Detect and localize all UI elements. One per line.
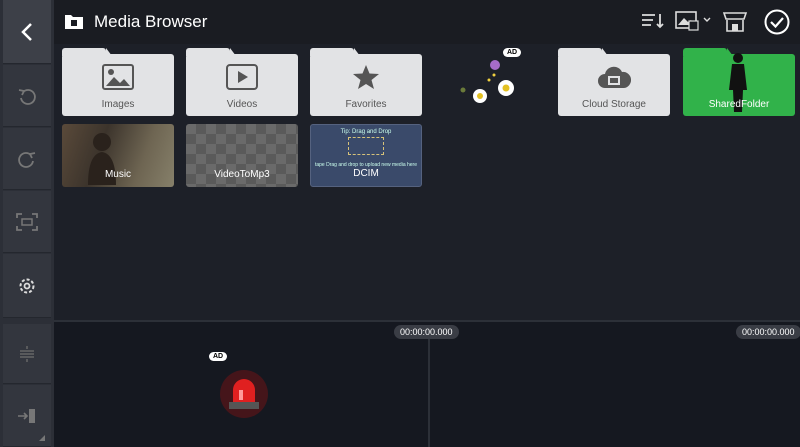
redo-icon xyxy=(18,151,36,168)
folder-video-to-mp3[interactable]: VideoToMp3 xyxy=(186,124,298,187)
timecode-right: 00:00:00.000 xyxy=(736,325,800,339)
folder-film-icon xyxy=(65,15,83,29)
timeline-split xyxy=(428,338,430,447)
left-toolbar xyxy=(0,0,54,447)
folder-tab xyxy=(186,48,236,56)
folder-tab xyxy=(683,48,733,56)
drop-zone xyxy=(348,137,384,155)
header-bar: Media Browser xyxy=(54,0,800,44)
folder-cloud-storage[interactable]: Cloud Storage xyxy=(558,48,670,116)
undo-button[interactable] xyxy=(3,65,51,127)
exit-icon xyxy=(18,408,35,423)
folder-images[interactable]: Images xyxy=(62,48,174,116)
back-icon xyxy=(21,22,32,41)
image-filter-icon[interactable] xyxy=(675,10,713,32)
resize-corner-icon xyxy=(39,435,45,441)
drag-drop-tip: Tip: Drag and Drop xyxy=(340,129,392,135)
settings-button[interactable] xyxy=(3,254,51,318)
app-window: Media Browser Images Videos Favorites AD xyxy=(0,0,800,447)
play-icon xyxy=(226,64,258,90)
back-button[interactable] xyxy=(3,0,51,64)
timeline[interactable]: 00:00:00.000 00:00:00.000 AD xyxy=(54,320,800,447)
folder-label: Favorites xyxy=(345,99,387,110)
star-icon xyxy=(353,65,379,89)
folder-label: VideoToMp3 xyxy=(214,169,270,180)
cloud-icon xyxy=(598,66,631,88)
folder-dcim[interactable]: Tip: Drag and Drop tape Drag and drop to… xyxy=(310,124,422,187)
page-title: Media Browser xyxy=(94,12,208,31)
ad-banner[interactable]: AD xyxy=(455,46,525,106)
settings-icon xyxy=(19,278,35,293)
folder-videos[interactable]: Videos xyxy=(186,48,298,116)
image-icon xyxy=(102,64,134,90)
timeline-divider xyxy=(54,320,800,322)
split-icon xyxy=(20,345,34,362)
folder-tab xyxy=(310,48,360,56)
folder-shared[interactable]: SharedFolder xyxy=(683,48,795,116)
folder-label: Music xyxy=(104,169,132,180)
folder-tab xyxy=(62,48,112,56)
fit-button[interactable] xyxy=(3,191,51,253)
siren-icon[interactable] xyxy=(212,368,276,424)
folder-label: DCIM xyxy=(353,168,379,179)
folder-label: SharedFolder xyxy=(708,99,770,110)
folder-label: Videos xyxy=(226,99,258,110)
store-icon[interactable] xyxy=(722,11,748,33)
timecode-left: 00:00:00.000 xyxy=(394,325,459,339)
crop-icon xyxy=(16,212,38,231)
folder-label: Images xyxy=(101,99,135,110)
redo-button[interactable] xyxy=(3,128,51,190)
confirm-icon[interactable] xyxy=(764,9,790,35)
folder-music[interactable]: Music xyxy=(62,124,174,187)
folder-tab xyxy=(558,48,608,56)
exit-button[interactable] xyxy=(3,385,51,447)
ad-badge: AD xyxy=(209,352,228,361)
folder-favorites[interactable]: Favorites xyxy=(310,48,422,116)
split-button[interactable] xyxy=(3,324,51,384)
folder-label: Cloud Storage xyxy=(582,99,646,110)
flower-icon xyxy=(460,60,514,103)
undo-icon xyxy=(18,88,36,105)
sort-icon[interactable] xyxy=(641,12,665,30)
